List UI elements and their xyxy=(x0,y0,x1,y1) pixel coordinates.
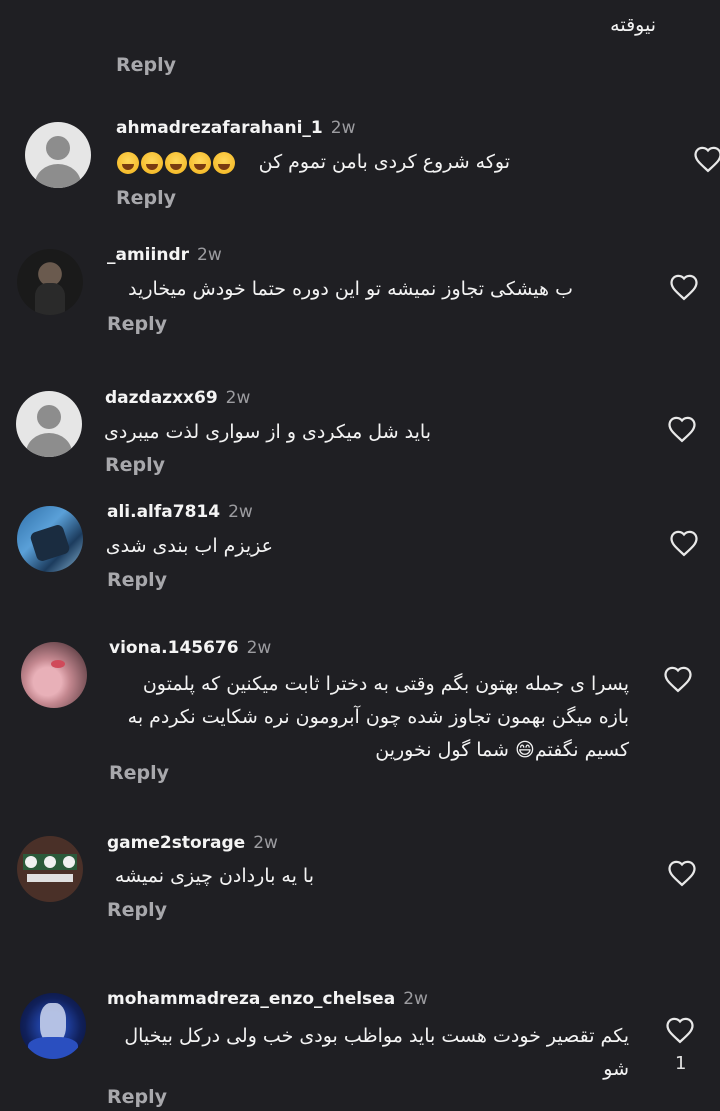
reply-button[interactable]: Reply xyxy=(116,187,176,209)
like-heart-icon[interactable] xyxy=(665,1016,695,1044)
comment-username[interactable]: ahmadrezafarahani_1 2w xyxy=(116,118,356,138)
reply-button[interactable]: Reply xyxy=(107,1086,167,1108)
comment-username[interactable]: dazdazxx69 2w xyxy=(105,388,250,408)
comment-text: پسرا ی جمله بهتون بگم وقتی به دخترا ثابت… xyxy=(69,668,629,767)
grinning-sweat-emoji xyxy=(141,152,163,174)
reply-button[interactable]: Reply xyxy=(105,454,165,476)
comment-time: 2w xyxy=(253,833,278,853)
comment-username[interactable]: _amiindr 2w xyxy=(107,245,222,265)
reply-button[interactable]: Reply xyxy=(109,762,169,784)
comment-text-line: شو xyxy=(603,1058,629,1080)
grinning-sweat-emoji xyxy=(213,152,235,174)
comment-username[interactable]: game2storage 2w xyxy=(107,833,278,853)
like-heart-icon[interactable] xyxy=(669,273,699,301)
comment-username[interactable]: viona.145676 2w xyxy=(109,638,271,658)
comment-text: باید شل میکردی و از سواری لذت میبردی xyxy=(104,421,431,443)
photo-avatar[interactable] xyxy=(17,249,83,315)
comment-text-line: بازه میگن بهمون تجاوز شده چون آبرومون نر… xyxy=(127,706,629,728)
comment-text: عزیزم اب بندی شدی xyxy=(105,535,273,557)
comment-text: یکم تقصیر خودت هست باید مواظب بودی خب ول… xyxy=(89,1020,629,1086)
reply-button[interactable]: Reply xyxy=(116,54,176,76)
comment-text-line: یکم تقصیر خودت هست باید مواظب بودی خب ول… xyxy=(124,1025,629,1047)
comment-text: ب هیشکی تجاوز نمیشه تو این دوره حتما خود… xyxy=(128,278,573,300)
reply-button[interactable]: Reply xyxy=(107,899,167,921)
like-heart-icon[interactable] xyxy=(669,529,699,557)
grinning-sweat-emoji xyxy=(165,152,187,174)
comment-username[interactable]: ali.alfa7814 2w xyxy=(107,502,253,522)
comment-username[interactable]: mohammadreza_enzo_chelsea 2w xyxy=(107,989,428,1009)
photo-avatar[interactable] xyxy=(20,993,86,1059)
like-heart-icon[interactable] xyxy=(693,145,720,173)
comment-time: 2w xyxy=(403,989,428,1009)
like-count: 1 xyxy=(675,1053,687,1074)
default-avatar[interactable] xyxy=(25,122,91,188)
comment-time: 2w xyxy=(197,245,222,265)
like-heart-icon[interactable] xyxy=(667,859,697,887)
grinning-sweat-emoji xyxy=(189,152,211,174)
grinning-sweat-emoji xyxy=(117,152,139,174)
like-heart-icon[interactable] xyxy=(667,415,697,443)
comment-time: 2w xyxy=(246,638,272,658)
comments-screen: نیوقته Reply ahmadrezafarahani_1 2w توکه … xyxy=(0,0,720,1111)
comment-time: 2w xyxy=(225,388,251,408)
previous-comment-text: نیوقته xyxy=(610,14,656,36)
comment-time: 2w xyxy=(330,118,356,138)
reply-button[interactable]: Reply xyxy=(107,313,167,335)
comment-time: 2w xyxy=(228,502,253,522)
emoji-row xyxy=(116,152,236,174)
reply-button[interactable]: Reply xyxy=(107,569,167,591)
comment-text-line: پسرا ی جمله بهتون بگم وقتی به دخترا ثابت… xyxy=(142,673,629,695)
comment-text: با یه باردادن چیزی نمیشه xyxy=(114,865,314,887)
like-heart-icon[interactable] xyxy=(663,665,693,693)
